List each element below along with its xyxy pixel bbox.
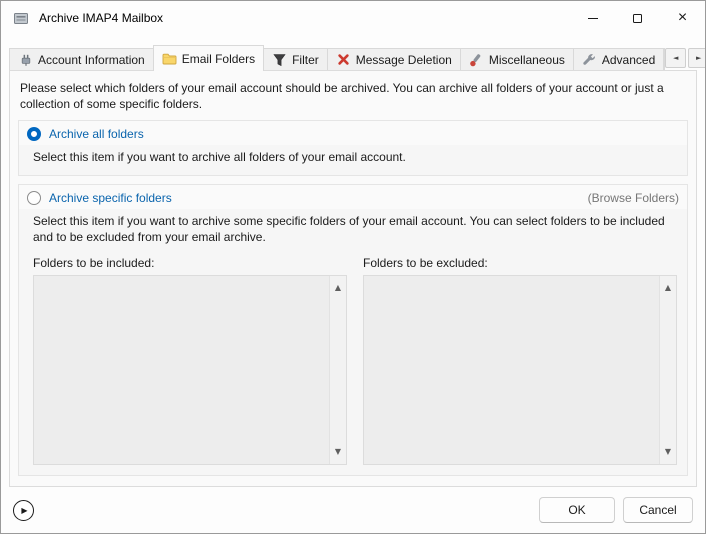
minimize-button[interactable] [570,1,615,35]
tab-label: Filter [292,53,319,67]
excluded-listbox-scrollbar[interactable]: ▲ ▼ [659,276,676,464]
scroll-right-icon: ► [696,54,701,62]
email-folders-tab-page: Please select which folders of your emai… [9,70,697,487]
archive-all-folders-section: Archive all folders Select this item if … [18,120,688,176]
tab-label: Account Information [38,53,145,67]
caption-buttons: × [570,1,705,35]
scroll-down-icon[interactable]: ▼ [665,440,671,464]
minimize-icon [588,18,598,19]
tab-label: Miscellaneous [489,53,565,67]
message-deletion-icon [336,53,351,67]
dialog-window: Archive IMAP4 Mailbox × Account Informat… [0,0,706,534]
tab-message-deletion[interactable]: Message Deletion [327,48,461,70]
scroll-up-icon[interactable]: ▲ [665,276,671,300]
tab-advanced[interactable]: Advanced [573,48,664,70]
tab-label: Message Deletion [356,53,452,67]
included-folders-label: Folders to be included: [33,255,347,271]
archive-specific-radio[interactable] [27,191,41,205]
excluded-folders-label: Folders to be excluded: [363,255,677,271]
archive-mailbox-icon [13,10,29,26]
excluded-folders-column: Folders to be excluded: ▲ ▼ [363,255,677,465]
play-button[interactable]: ▶ [13,500,34,521]
archive-all-radio[interactable] [27,127,41,141]
tab-filter[interactable]: Filter [263,48,328,70]
archive-specific-description: Select this item if you want to archive … [33,213,679,245]
tab-scroll-buttons: ◄ ► [665,48,706,68]
archive-all-description: Select this item if you want to archive … [19,145,687,175]
footer-buttons: OK Cancel [539,497,693,523]
close-icon: × [678,10,687,26]
tab-label: Advanced [602,53,655,67]
scroll-up-icon[interactable]: ▲ [335,276,341,300]
excluded-folders-listbox[interactable]: ▲ ▼ [363,275,677,465]
maximize-button[interactable] [615,1,660,35]
archive-all-radio-row[interactable]: Archive all folders [19,121,687,145]
included-listbox-scrollbar[interactable]: ▲ ▼ [329,276,346,464]
tab-miscellaneous[interactable]: Miscellaneous [460,48,574,70]
intro-text: Please select which folders of your emai… [20,80,686,112]
account-icon [18,53,33,67]
tabstrip: Account Information Email Folders Filter [9,45,697,70]
close-button[interactable]: × [660,1,705,35]
cancel-button[interactable]: Cancel [623,497,693,523]
browse-folders-link[interactable]: (Browse Folders) [588,191,679,205]
tab-label: Email Folders [182,52,255,66]
scroll-left-icon: ◄ [673,54,678,62]
archive-specific-label[interactable]: Archive specific folders [49,191,172,205]
folder-columns: Folders to be included: ▲ ▼ Folders to b… [33,255,679,465]
tab-account-information[interactable]: Account Information [9,48,154,70]
archive-specific-radio-row[interactable]: Archive specific folders (Browse Folders… [19,185,687,209]
scroll-down-icon[interactable]: ▼ [335,440,341,464]
email-folders-icon [162,52,177,66]
maximize-icon [633,14,642,23]
tab-email-folders[interactable]: Email Folders [153,45,264,71]
included-folders-column: Folders to be included: ▲ ▼ [33,255,347,465]
footer: ▶ OK Cancel [1,487,705,533]
tab-scroll-right-button[interactable]: ► [688,48,706,68]
archive-all-label[interactable]: Archive all folders [49,127,144,141]
ok-button[interactable]: OK [539,497,615,523]
miscellaneous-icon [469,53,484,67]
included-folders-listbox[interactable]: ▲ ▼ [33,275,347,465]
tab-scroll-left-button[interactable]: ◄ [665,48,686,68]
window-title: Archive IMAP4 Mailbox [39,11,163,25]
archive-specific-body: Select this item if you want to archive … [19,209,687,475]
titlebar[interactable]: Archive IMAP4 Mailbox × [1,1,705,35]
play-icon: ▶ [21,506,27,515]
advanced-icon [582,53,597,67]
archive-specific-folders-section: Archive specific folders (Browse Folders… [18,184,688,476]
filter-icon [272,53,287,67]
